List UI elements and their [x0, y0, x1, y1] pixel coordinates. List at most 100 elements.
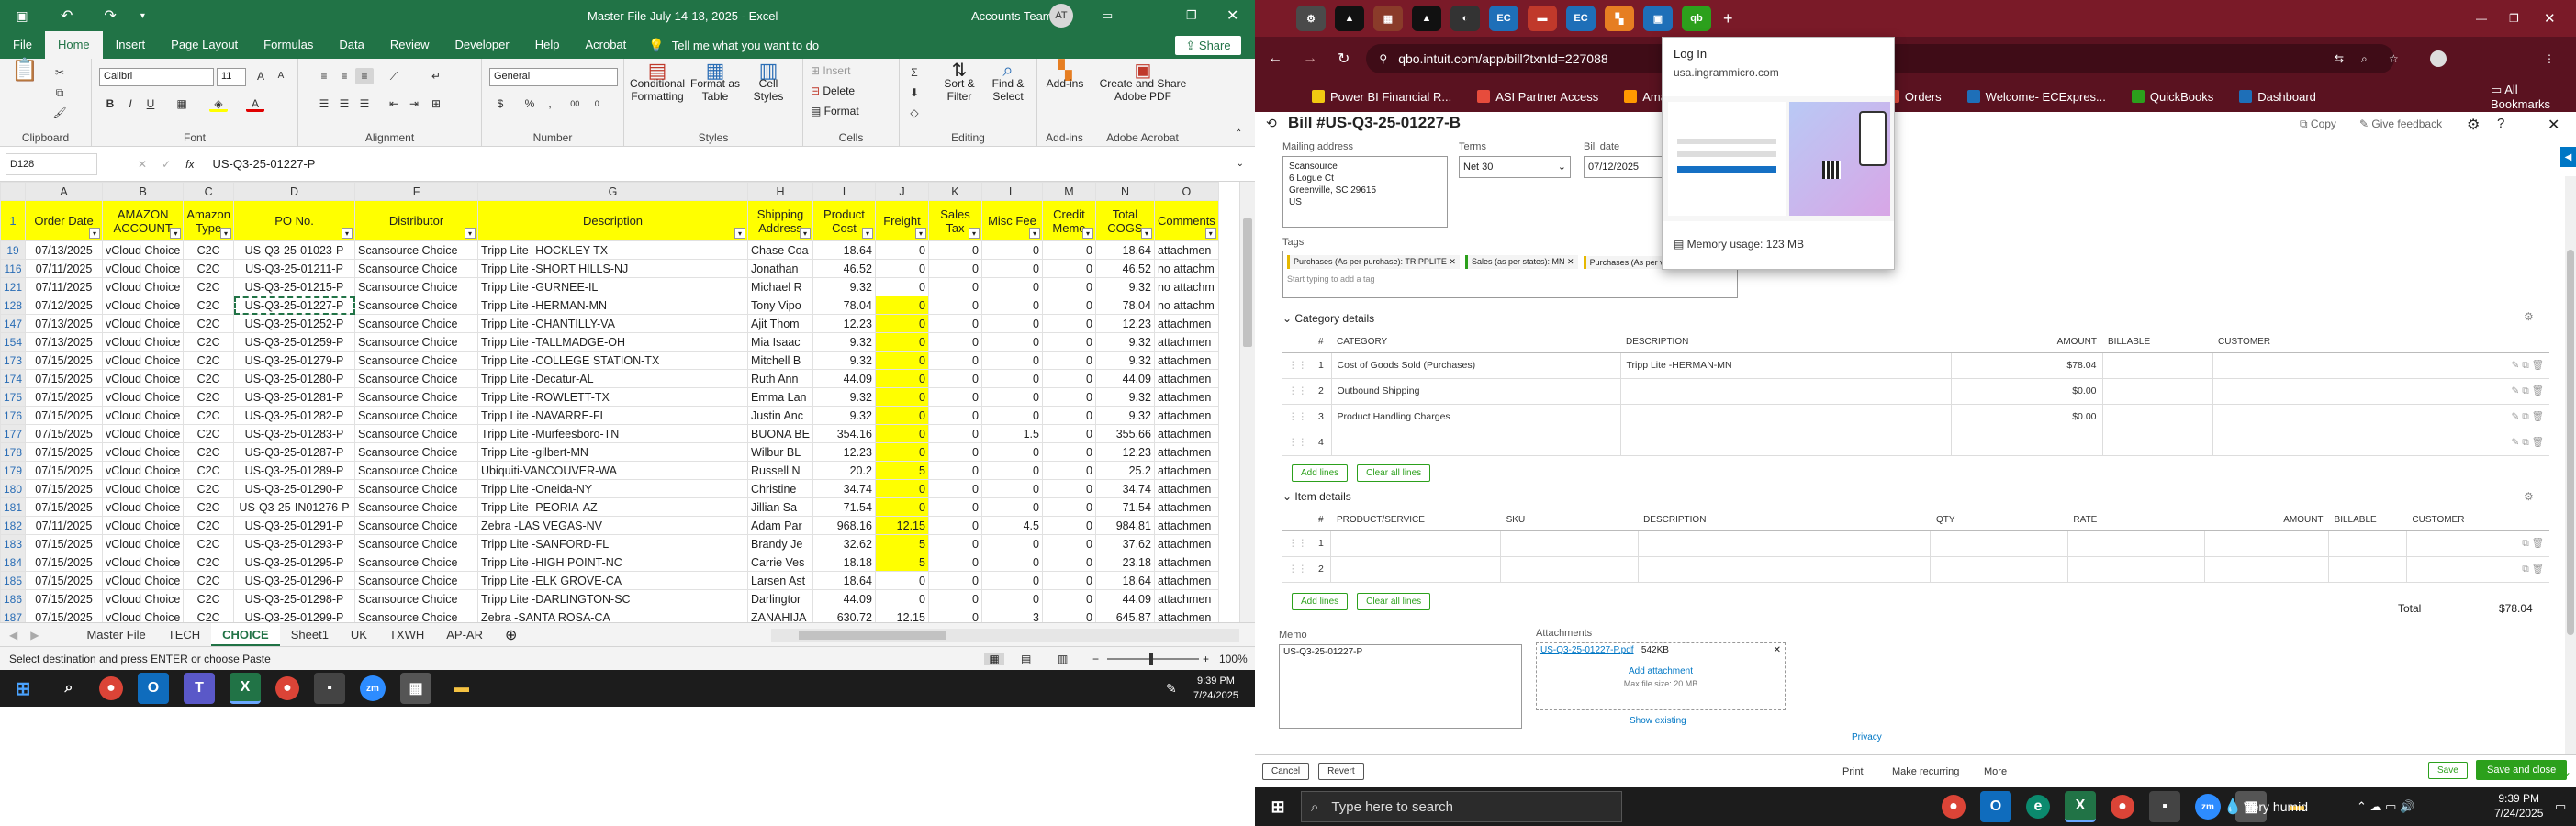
cell[interactable]: Brandy Je [747, 534, 813, 553]
cell[interactable]: US-Q3-25-01291-P [233, 516, 356, 535]
align-top-icon[interactable]: ≡ [315, 68, 333, 84]
bold-icon[interactable]: B [101, 95, 119, 112]
tag-remove-icon[interactable]: ✕ [1449, 257, 1456, 266]
item-cell[interactable] [1930, 556, 2068, 583]
profile-icon[interactable] [2430, 50, 2447, 67]
percent-icon[interactable]: % [521, 95, 539, 112]
row-number[interactable]: 177 [0, 424, 27, 443]
cell[interactable]: 0 [927, 461, 982, 480]
cell[interactable]: 0 [927, 259, 982, 278]
copy-button[interactable]: ⧉ Copy [2300, 117, 2336, 131]
font-color-icon[interactable]: A [246, 95, 264, 112]
cell[interactable]: no attachm [1153, 259, 1219, 278]
description-cell[interactable] [1619, 404, 1951, 430]
bookmark-star-icon[interactable]: ☆ [2389, 52, 2399, 65]
cell[interactable]: C2C [183, 296, 235, 315]
tab-insert[interactable]: Insert [103, 31, 159, 59]
filter-dropdown-icon[interactable]: ▾ [1028, 228, 1040, 239]
cell[interactable]: 44.09 [1094, 589, 1155, 608]
save-icon[interactable]: ▣ [13, 8, 31, 24]
teams-icon[interactable]: T [184, 673, 215, 704]
avatar[interactable]: AT [1049, 4, 1073, 28]
comma-icon[interactable]: , [541, 95, 559, 112]
paste-button[interactable]: 📋 [9, 60, 40, 110]
cell[interactable]: 07/13/2025 [25, 314, 104, 333]
sheet-tab-txwh[interactable]: TXWH [378, 623, 435, 647]
bill-date-input[interactable]: 07/12/2025 [1584, 156, 1672, 178]
tab-developer[interactable]: Developer [442, 31, 521, 59]
cell[interactable]: attachmen [1153, 571, 1219, 590]
account-name[interactable]: Accounts Team [971, 9, 1053, 23]
cell[interactable]: Scansource Choice [354, 277, 479, 296]
edit-icon[interactable]: ✎ [2512, 437, 2523, 448]
page-layout-view-icon[interactable]: ▤ [1021, 653, 1031, 665]
tell-me-box[interactable]: Tell me what you want to do [672, 39, 819, 52]
browser-tab-5[interactable]: ◐ [1450, 6, 1480, 31]
chrome-alt-icon[interactable]: ● [2111, 795, 2134, 819]
column-letter[interactable]: B [102, 182, 185, 201]
cell[interactable]: 0 [980, 277, 1043, 296]
cell[interactable]: 9.32 [812, 406, 876, 425]
cell[interactable]: 07/11/2025 [25, 277, 104, 296]
cell[interactable]: Wilbur BL [747, 442, 813, 462]
category-settings-icon[interactable]: ⚙ [2524, 310, 2534, 323]
item-cell[interactable] [2066, 530, 2205, 557]
cell[interactable]: attachmen [1153, 461, 1219, 480]
cell[interactable]: C2C [183, 259, 235, 278]
cell[interactable]: attachmen [1153, 387, 1219, 407]
cell[interactable]: 0 [1041, 516, 1096, 535]
customize-toolbar-icon[interactable]: ▾ [140, 11, 145, 21]
customer-cell[interactable] [2212, 404, 2405, 430]
column-header-cell[interactable]: PO No. ▾ [233, 200, 356, 241]
cell[interactable]: 0 [927, 351, 982, 370]
cell[interactable]: vCloud Choice [102, 351, 185, 370]
bookmark-ecexpress[interactable]: Welcome- ECExpres... [1966, 90, 2106, 104]
cell[interactable]: US-Q3-25-01282-P [233, 406, 356, 425]
cell[interactable]: C2C [183, 461, 235, 480]
row-number[interactable]: 116 [0, 259, 27, 278]
column-header-cell[interactable]: Distributor ▾ [354, 200, 479, 241]
close-icon[interactable]: ✕ [1226, 6, 1238, 25]
cell[interactable]: vCloud Choice [102, 240, 185, 260]
chrome-alt-icon[interactable]: ● [275, 676, 299, 700]
cell[interactable]: 71.54 [812, 497, 876, 517]
cell[interactable]: Zebra -SANTA ROSA-CA [477, 608, 749, 622]
cell[interactable]: 0 [874, 277, 929, 296]
excel-taskbar-icon[interactable]: X [230, 673, 261, 704]
notifications-icon[interactable]: ▭ [2555, 799, 2566, 814]
cell[interactable]: 07/15/2025 [25, 571, 104, 590]
row-number[interactable]: 147 [0, 314, 27, 333]
cell[interactable]: 9.32 [812, 277, 876, 296]
cell[interactable]: 0 [980, 406, 1043, 425]
align-center-icon[interactable]: ☰ [335, 95, 353, 112]
cell[interactable]: Mia Isaac [747, 332, 813, 352]
row-number[interactable]: 180 [0, 479, 27, 498]
cell[interactable]: US-Q3-25-01298-P [233, 589, 356, 608]
cell[interactable]: 0 [980, 442, 1043, 462]
pen-icon[interactable]: ✎ [1166, 681, 1177, 697]
cell[interactable]: vCloud Choice [102, 534, 185, 553]
filter-dropdown-icon[interactable]: ▾ [1204, 228, 1216, 239]
cell[interactable]: 984.81 [1094, 516, 1155, 535]
format-as-table-button[interactable]: ▦ Format as Table [689, 61, 742, 104]
browser-close-icon[interactable]: ✕ [2544, 10, 2556, 27]
cell[interactable]: attachmen [1153, 424, 1219, 443]
cell[interactable]: 20.2 [812, 461, 876, 480]
scroll-thumb[interactable] [1243, 218, 1252, 347]
column-letter[interactable]: D [233, 182, 356, 201]
drag-handle-icon[interactable]: ⋮⋮ [1282, 352, 1313, 379]
cell[interactable]: Scansource Choice [354, 406, 479, 425]
row-number[interactable]: 184 [0, 553, 27, 572]
row-number[interactable]: 175 [0, 387, 27, 407]
cell[interactable]: 9.32 [812, 387, 876, 407]
attachment-dropzone[interactable]: US-Q3-25-01227-P.pdf 542KB ✕ Add attachme… [1536, 642, 1786, 710]
tab-help[interactable]: Help [522, 31, 573, 59]
tab-acrobat[interactable]: Acrobat [572, 31, 639, 59]
save-and-close-button[interactable]: Save and close [2476, 760, 2568, 780]
customer-cell[interactable] [2212, 352, 2405, 379]
cell[interactable]: 0 [1041, 424, 1096, 443]
category-cell[interactable]: Cost of Goods Sold (Purchases) [1330, 352, 1620, 379]
tag-chip[interactable]: Purchases (As per purchase): TRIPPLITE ✕ [1287, 255, 1460, 269]
cell[interactable]: no attachm [1153, 296, 1219, 315]
save-button[interactable]: Save [2428, 762, 2468, 779]
